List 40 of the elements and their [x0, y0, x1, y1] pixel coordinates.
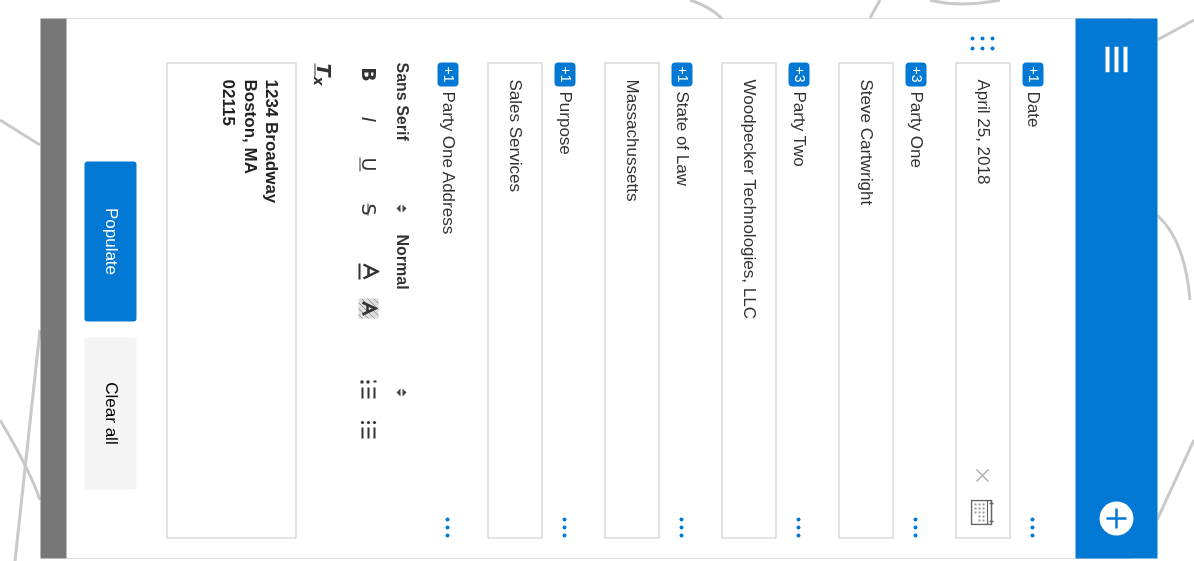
field-label: Party Two: [788, 90, 810, 169]
field-label: Party One Address: [437, 90, 459, 236]
calendar-icon[interactable]: [970, 499, 995, 525]
more-icon[interactable]: [678, 516, 685, 538]
field-label: State of Law: [671, 90, 693, 188]
more-icon[interactable]: [795, 516, 802, 538]
address-line: Boston, MA: [238, 79, 260, 176]
count-badge[interactable]: +1: [1022, 62, 1043, 86]
more-icon[interactable]: [1029, 516, 1036, 538]
highlight-icon[interactable]: [357, 297, 379, 319]
drag-handle-icon[interactable]: [969, 35, 995, 51]
bullet-list-icon[interactable]: [358, 419, 378, 439]
count-badge[interactable]: +1: [554, 62, 575, 86]
numbered-list-icon[interactable]: [358, 379, 378, 399]
field-label: Date: [1022, 90, 1044, 129]
underline-button[interactable]: U: [353, 152, 383, 176]
address-line: 02115: [217, 79, 239, 128]
text-color-icon[interactable]: [357, 261, 379, 281]
count-badge[interactable]: +3: [905, 62, 926, 86]
field-label: Party One: [905, 90, 927, 170]
field-label: Purpose: [554, 90, 576, 157]
font-picker[interactable]: Sans Serif: [389, 62, 413, 202]
count-badge[interactable]: +1: [437, 62, 458, 86]
bold-button[interactable]: B: [353, 62, 383, 86]
italic-button[interactable]: I: [353, 107, 383, 131]
add-icon[interactable]: [1098, 500, 1134, 536]
menu-icon[interactable]: [1104, 46, 1128, 72]
size-picker[interactable]: Normal: [389, 234, 413, 386]
strike-button[interactable]: S: [353, 197, 383, 221]
populate-button[interactable]: Populate: [84, 161, 136, 321]
clear-button[interactable]: Clear all: [84, 337, 136, 489]
more-icon[interactable]: [561, 516, 568, 538]
more-icon[interactable]: [912, 516, 919, 538]
updown-icon[interactable]: [395, 202, 407, 214]
more-icon[interactable]: [444, 516, 451, 538]
address-line: 1234 Broadway: [260, 79, 281, 205]
clear-icon[interactable]: [974, 467, 991, 483]
count-badge[interactable]: +1: [671, 62, 692, 86]
count-badge[interactable]: +3: [788, 62, 809, 86]
updown-icon[interactable]: [395, 386, 407, 398]
